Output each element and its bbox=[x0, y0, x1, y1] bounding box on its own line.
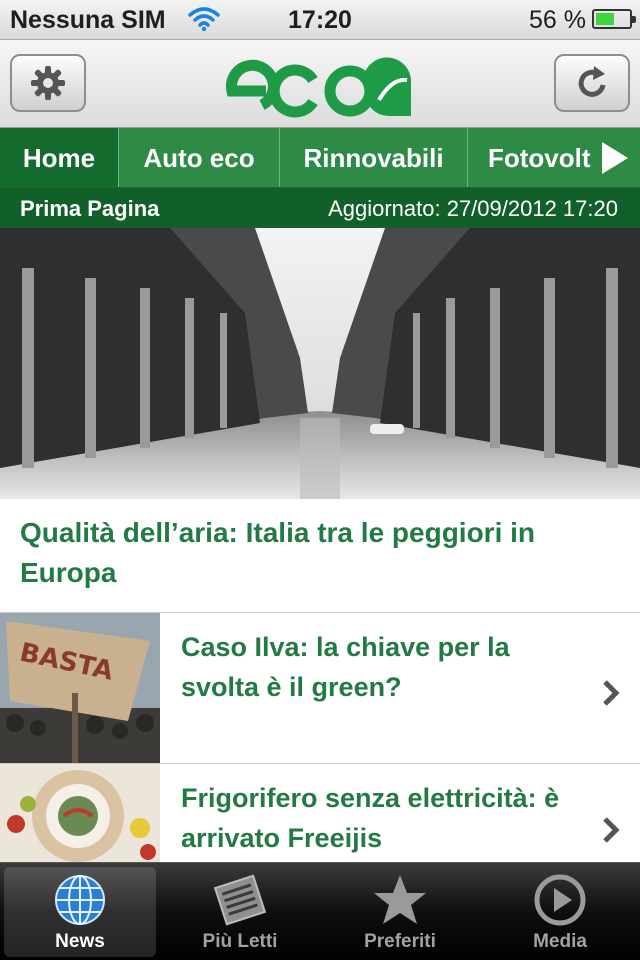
globe-icon bbox=[55, 875, 105, 925]
tabbar-news[interactable]: News bbox=[4, 867, 156, 957]
battery-icon bbox=[592, 9, 636, 29]
star-icon bbox=[374, 875, 426, 924]
updated-timestamp: Aggiornato: 27/09/2012 17:20 bbox=[328, 196, 618, 221]
battery-percent: 56 % bbox=[529, 6, 586, 34]
settings-button[interactable] bbox=[10, 54, 86, 112]
app-header bbox=[0, 40, 640, 128]
hero-headline[interactable]: Qualità dell’aria: Italia tra le peggior… bbox=[0, 499, 640, 613]
section-title: Prima Pagina bbox=[20, 196, 160, 221]
article-title: Frigorifero senza elettricità: è arrivat… bbox=[181, 783, 560, 853]
article-thumbnail: BASTA bbox=[0, 613, 160, 763]
article-row-ilva[interactable]: BASTA Caso Ilva: la chiave per la svolta… bbox=[0, 613, 640, 764]
tab-rinnovabili[interactable]: Rinnovabili bbox=[280, 128, 468, 187]
article-row-freeijis[interactable]: Frigorifero senza elettricità: è arrivat… bbox=[0, 764, 640, 862]
section-subheader: Prima Pagina Aggiornato: 27/09/2012 17:2… bbox=[0, 188, 640, 228]
tabbar-label: Più Letti bbox=[202, 931, 278, 952]
play-icon bbox=[534, 874, 586, 926]
hero-image[interactable] bbox=[0, 228, 640, 499]
refresh-icon bbox=[578, 66, 606, 97]
chevron-right-icon bbox=[603, 680, 620, 706]
tabbar-label: Preferiti bbox=[364, 931, 436, 952]
article-thumbnail bbox=[0, 764, 160, 862]
chevron-right-icon bbox=[603, 817, 620, 843]
tabbar-piu-letti[interactable]: Più Letti bbox=[164, 867, 316, 957]
bottom-tab-bar: News Più Letti Preferiti Media bbox=[0, 862, 640, 960]
refresh-button[interactable] bbox=[554, 54, 630, 112]
article-title: Caso Ilva: la chiave per la svolta è il … bbox=[181, 632, 510, 702]
section-tabs: Home Auto eco Rinnovabili Fotovolt bbox=[0, 128, 640, 188]
gear-icon bbox=[31, 66, 65, 100]
ecoo-logo bbox=[225, 57, 411, 118]
tabbar-media[interactable]: Media bbox=[484, 867, 636, 957]
tabbar-label: Media bbox=[533, 931, 587, 952]
tab-home[interactable]: Home bbox=[0, 128, 119, 187]
status-bar: Nessuna SIM 17:20 56 % bbox=[0, 0, 640, 40]
tab-auto-eco[interactable]: Auto eco bbox=[119, 128, 280, 187]
newspaper-icon bbox=[213, 874, 267, 926]
tabbar-preferiti[interactable]: Preferiti bbox=[324, 867, 476, 957]
tabs-scroll-button[interactable] bbox=[588, 128, 640, 187]
tabbar-label: News bbox=[55, 931, 105, 952]
battery-fill bbox=[596, 13, 614, 25]
arrow-right-icon bbox=[602, 142, 628, 174]
